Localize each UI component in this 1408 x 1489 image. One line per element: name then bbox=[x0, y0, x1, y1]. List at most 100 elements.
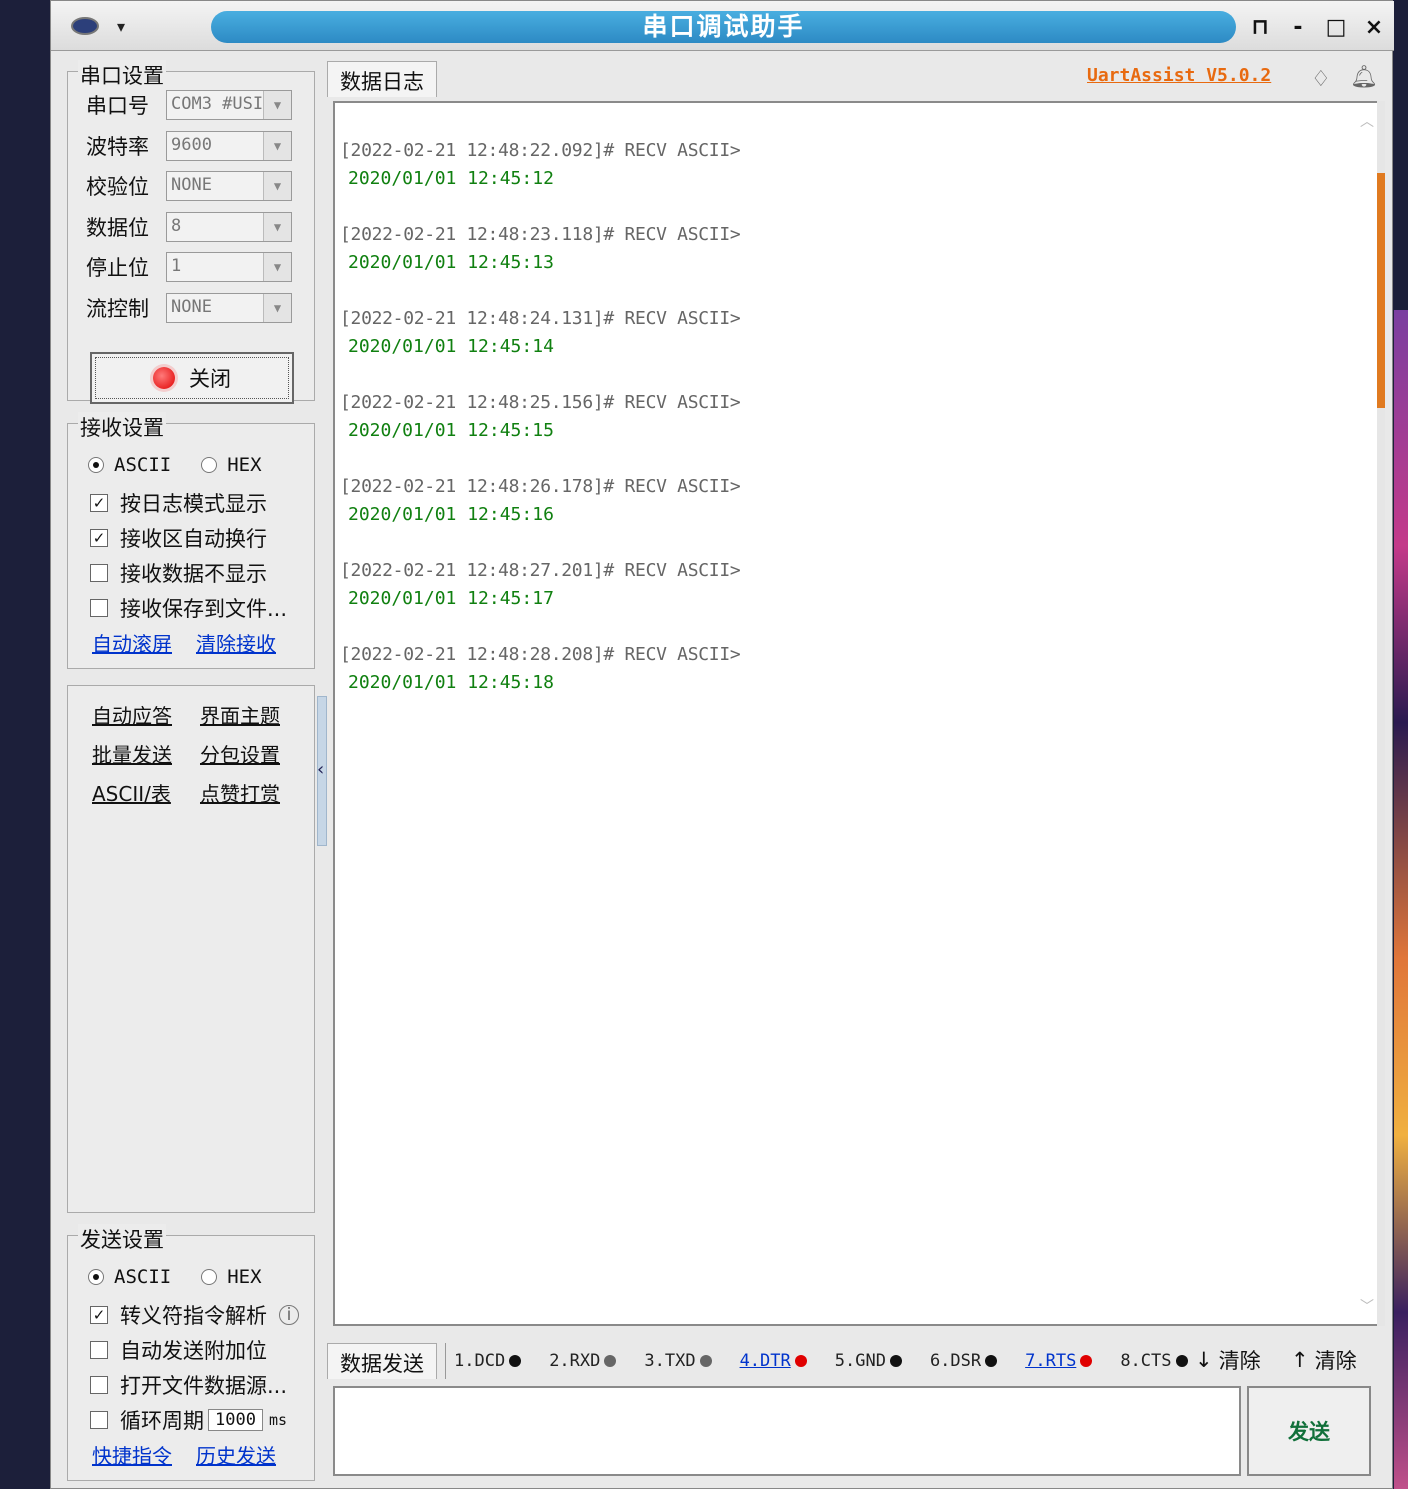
checkbox[interactable] bbox=[90, 1376, 108, 1394]
log-entry: [2022-02-21 12:48:28.208]# RECV ASCII> 20… bbox=[340, 641, 741, 725]
send-option-label: 打开文件数据源... bbox=[120, 1374, 288, 1398]
panel-splitter[interactable]: ‹ bbox=[317, 696, 327, 846]
checkbox[interactable] bbox=[90, 564, 108, 582]
receive-option[interactable]: ✓ 接收区自动换行 bbox=[90, 523, 267, 553]
window-scrollbar[interactable] bbox=[1377, 101, 1385, 1326]
log-entry-body: 2020/01/01 12:45:16 bbox=[348, 504, 554, 525]
tool-link[interactable]: 界面主题 bbox=[200, 700, 308, 729]
send-option[interactable]: ✓ 转义符指令解析 i bbox=[90, 1300, 299, 1330]
pin-label[interactable]: 7.RTS bbox=[1025, 1351, 1076, 1371]
system-menu[interactable]: ▾ bbox=[59, 9, 179, 43]
pin-indicator[interactable]: 7.RTS bbox=[1025, 1351, 1093, 1371]
diamond-icon[interactable]: ♢ bbox=[1311, 67, 1331, 92]
port-field-row: 校验位 NONE ▼ bbox=[86, 171, 292, 201]
log-entry-body: 2020/01/01 12:45:17 bbox=[348, 588, 554, 609]
port-field-select[interactable]: NONE ▼ bbox=[166, 292, 292, 323]
clear-receive-link[interactable]: 清除接收 bbox=[196, 628, 276, 657]
checkbox[interactable] bbox=[90, 1411, 108, 1429]
scroll-up-icon[interactable]: ︿ bbox=[1360, 111, 1374, 131]
maximize-button[interactable]: □ bbox=[1324, 15, 1348, 40]
dropdown-arrow-icon: ▾ bbox=[117, 16, 126, 36]
port-settings-group: 串口设置 串口号 COM3 #USI ▼ 波特率 9600 ▼ 校验位 NONE ▼ 数据位 8 ▼ 停… bbox=[67, 60, 315, 404]
receive-option[interactable]: 接收数据不显示 bbox=[90, 558, 267, 588]
tool-link[interactable]: 批量发送 bbox=[92, 739, 200, 768]
send-option[interactable]: 循环周期 1000 ms bbox=[90, 1405, 287, 1435]
pin-indicator: 1.DCD bbox=[454, 1351, 522, 1371]
autoscroll-link[interactable]: 自动滚屏 bbox=[92, 628, 172, 657]
receive-option-label: 接收保存到文件... bbox=[120, 597, 288, 621]
tool-link[interactable]: 分包设置 bbox=[200, 739, 308, 768]
clear-receive-button[interactable]: ↓ 清除 bbox=[1195, 1345, 1261, 1375]
send-ascii-radio[interactable] bbox=[88, 1269, 104, 1285]
receive-option[interactable]: 接收保存到文件... bbox=[90, 593, 287, 623]
send-hex-radio[interactable] bbox=[201, 1269, 218, 1285]
log-entry-header: [2022-02-21 12:48:27.201]# RECV ASCII> bbox=[340, 560, 741, 581]
pin-label: 2.RXD bbox=[549, 1351, 601, 1371]
tool-link[interactable]: ASCII/表 bbox=[92, 778, 200, 807]
log-entry-header: [2022-02-21 12:48:24.131]# RECV ASCII> bbox=[340, 308, 741, 329]
port-field-select[interactable]: NONE ▼ bbox=[166, 171, 292, 201]
chevron-down-icon[interactable]: ▼ bbox=[263, 91, 291, 119]
bell-icon[interactable]: 🔔︎ bbox=[1350, 65, 1378, 90]
pin-label[interactable]: 4.DTR bbox=[740, 1351, 791, 1371]
pin-indicator[interactable]: 4.DTR bbox=[740, 1351, 807, 1371]
checkbox[interactable]: ✓ bbox=[90, 494, 108, 512]
port-field-row: 流控制 NONE ▼ bbox=[86, 292, 292, 323]
chevron-down-icon[interactable]: ▼ bbox=[263, 131, 291, 160]
port-field-value: NONE bbox=[171, 296, 212, 317]
send-input[interactable] bbox=[333, 1386, 1241, 1476]
scrollbar-thumb[interactable] bbox=[1377, 173, 1385, 408]
close-port-button[interactable]: 关闭 bbox=[90, 352, 294, 404]
checkbox[interactable] bbox=[90, 1341, 108, 1359]
tab-data-log[interactable]: 数据日志 bbox=[327, 61, 437, 97]
send-option[interactable]: 自动发送附加位 bbox=[90, 1335, 267, 1365]
receive-ascii-radio[interactable] bbox=[88, 457, 104, 473]
checkbox[interactable]: ✓ bbox=[90, 529, 108, 547]
checkbox[interactable] bbox=[90, 599, 108, 617]
pin-status-dot-icon bbox=[699, 1355, 712, 1367]
send-button[interactable]: 发送 bbox=[1247, 1386, 1371, 1476]
checkbox[interactable]: ✓ bbox=[90, 1306, 108, 1324]
log-entry-header: [2022-02-21 12:48:28.208]# RECV ASCII> bbox=[340, 644, 741, 665]
pin-icon[interactable]: ⊓ bbox=[1248, 15, 1272, 40]
port-field-select[interactable]: 8 ▼ bbox=[166, 211, 292, 242]
receive-hex-radio[interactable] bbox=[201, 457, 218, 473]
clear-send-button[interactable]: ↑ 清除 bbox=[1291, 1345, 1357, 1375]
tool-link[interactable]: 点赞打赏 bbox=[200, 778, 308, 807]
port-field-select[interactable]: 9600 ▼ bbox=[166, 130, 292, 161]
receive-log-area[interactable]: [2022-02-21 12:48:22.092]# RECV ASCII> 20… bbox=[333, 101, 1381, 1326]
port-field-label: 停止位 bbox=[86, 256, 149, 280]
close-window-button[interactable]: × bbox=[1362, 15, 1386, 40]
send-history-link[interactable]: 历史发送 bbox=[196, 1440, 276, 1469]
period-input[interactable]: 1000 bbox=[208, 1409, 263, 1431]
tab-data-send[interactable]: 数据发送 bbox=[327, 1343, 437, 1379]
log-scrollbar[interactable]: ︿ ﹀ bbox=[1353, 103, 1379, 1324]
pin-status-dot-icon bbox=[985, 1355, 998, 1367]
receive-hex-label: HEX bbox=[227, 454, 262, 476]
pin-status-dot-icon bbox=[889, 1355, 902, 1367]
title-bar: ▾ 串口调试助手 ⊓ - □ × bbox=[51, 1, 1394, 51]
port-field-label: 波特率 bbox=[86, 134, 149, 159]
shortcut-commands-link[interactable]: 快捷指令 bbox=[92, 1440, 172, 1469]
log-entry: [2022-02-21 12:48:25.156]# RECV ASCII> 20… bbox=[340, 389, 741, 473]
port-field-value: COM3 #USI bbox=[171, 94, 263, 114]
scroll-down-icon[interactable]: ﹀ bbox=[1360, 1296, 1374, 1316]
pin-indicator: 6.DSR bbox=[930, 1351, 998, 1371]
receive-option[interactable]: ✓ 按日志模式显示 bbox=[90, 488, 267, 518]
chevron-down-icon[interactable]: ▼ bbox=[263, 253, 291, 281]
chevron-down-icon[interactable]: ▼ bbox=[263, 172, 291, 200]
info-icon[interactable]: i bbox=[279, 1305, 299, 1325]
tool-link[interactable]: 自动应答 bbox=[92, 700, 200, 729]
port-field-select[interactable]: 1 ▼ bbox=[166, 252, 292, 282]
pin-status-dot-icon bbox=[509, 1355, 522, 1367]
port-field-label: 流控制 bbox=[86, 296, 149, 321]
chevron-down-icon[interactable]: ▼ bbox=[263, 293, 291, 322]
port-field-value: 9600 bbox=[171, 134, 212, 155]
version-link[interactable]: UartAssist V5.0.2 bbox=[1087, 65, 1271, 86]
receive-ascii-label: ASCII bbox=[114, 454, 172, 476]
send-settings-title: 发送设置 bbox=[78, 1224, 166, 1254]
chevron-down-icon[interactable]: ▼ bbox=[263, 212, 291, 241]
minimize-button[interactable]: - bbox=[1286, 15, 1310, 40]
send-option[interactable]: 打开文件数据源... bbox=[90, 1370, 287, 1400]
port-field-select[interactable]: COM3 #USI ▼ bbox=[166, 90, 292, 120]
